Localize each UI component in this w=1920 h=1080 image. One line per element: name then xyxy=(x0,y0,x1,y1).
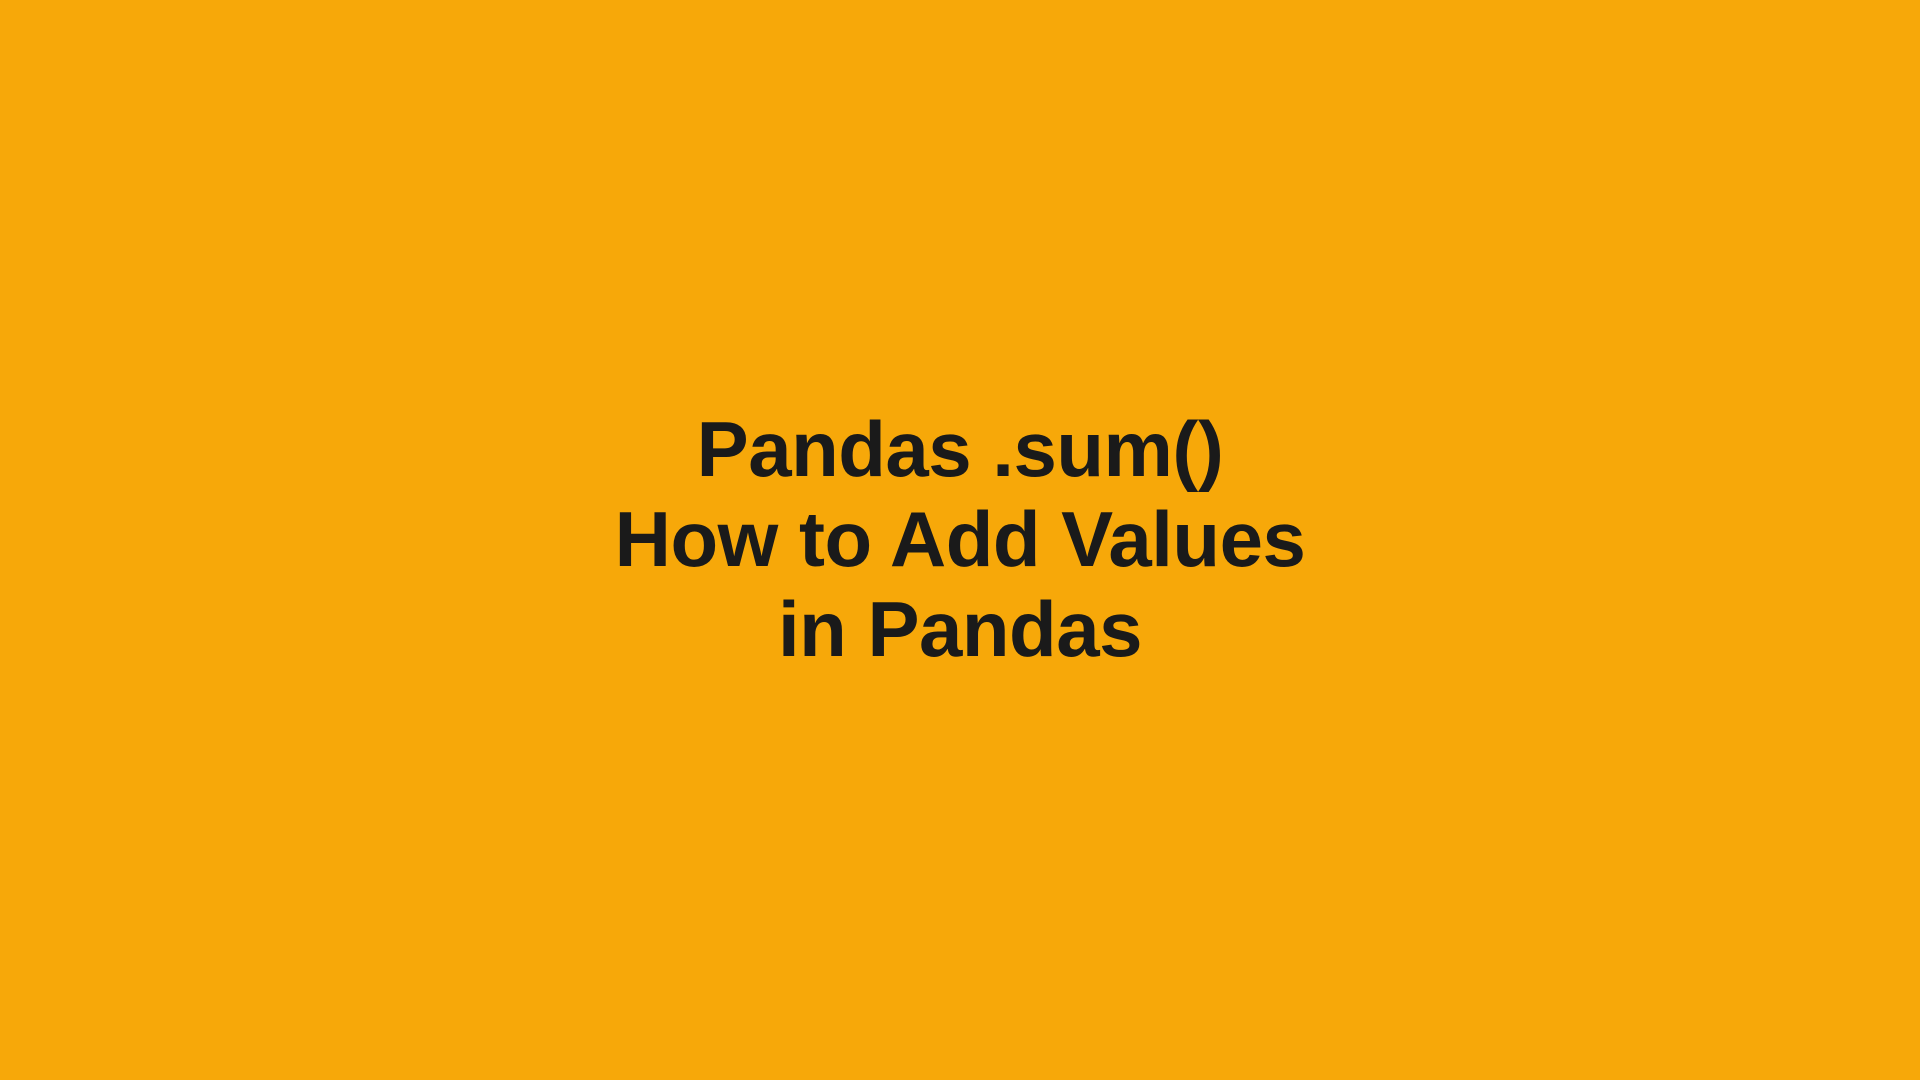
title-container: Pandas .sum() How to Add Values in Panda… xyxy=(615,405,1306,674)
title-line-3: in Pandas xyxy=(615,585,1306,675)
title-line-1: Pandas .sum() xyxy=(615,405,1306,495)
title-line-2: How to Add Values xyxy=(615,495,1306,585)
